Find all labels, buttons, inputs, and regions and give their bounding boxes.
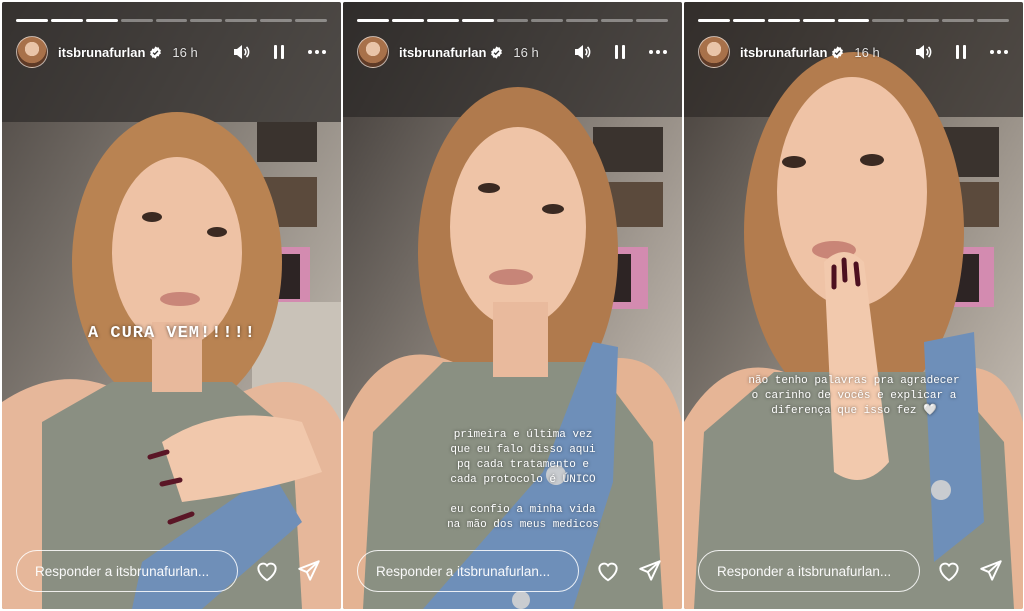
reply-input[interactable] (698, 550, 920, 592)
progress-segment (907, 19, 940, 22)
progress-segment (260, 19, 293, 22)
heart-icon[interactable] (595, 558, 621, 584)
progress-segment (426, 19, 459, 22)
story-header: itsbrunafurlan 16 h (16, 35, 327, 69)
story-caption: A CURA VEM!!!!! (87, 324, 257, 343)
progress-segment (636, 19, 669, 22)
progress-segment (155, 19, 188, 22)
verified-badge-icon (491, 45, 503, 59)
username[interactable]: itsbrunafurlan (58, 45, 145, 60)
story-panel-2[interactable]: itsbrunafurlan 16 h primeira e última ve… (343, 2, 682, 609)
progress-segment (802, 19, 835, 22)
progress-segment (837, 19, 870, 22)
progress-segment (85, 19, 118, 22)
progress-segment (942, 19, 975, 22)
progress-segment (566, 19, 599, 22)
post-time: 16 h (172, 44, 198, 60)
progress-segment (531, 19, 564, 22)
story-progress-bar (16, 19, 328, 22)
progress-segment (977, 19, 1010, 22)
story-panel-3[interactable]: itsbrunafurlan 16 h não tenho palavras p… (684, 2, 1023, 609)
verified-badge-icon (150, 45, 162, 59)
send-icon[interactable] (296, 558, 322, 584)
story-footer (698, 549, 1009, 593)
pause-icon[interactable] (269, 42, 289, 62)
story-footer (357, 549, 668, 593)
progress-segment (225, 19, 258, 22)
username[interactable]: itsbrunafurlan (740, 45, 827, 60)
speaker-icon[interactable] (572, 42, 592, 62)
progress-segment (120, 19, 153, 22)
speaker-icon[interactable] (231, 42, 251, 62)
avatar[interactable] (698, 36, 730, 68)
story-caption: primeira e última vez que eu falo disso … (447, 429, 599, 531)
reply-input[interactable] (357, 550, 579, 592)
progress-segment (732, 19, 765, 22)
more-options-icon[interactable] (307, 42, 327, 62)
story-footer (16, 549, 327, 593)
progress-segment (357, 19, 389, 22)
progress-segment (391, 19, 424, 22)
heart-icon[interactable] (254, 558, 280, 584)
story-caption: não tenho palavras pra agradecer o carin… (748, 375, 960, 417)
progress-segment (767, 19, 800, 22)
more-options-icon[interactable] (989, 42, 1009, 62)
heart-icon[interactable] (936, 558, 962, 584)
send-icon[interactable] (637, 558, 663, 584)
story-photo (2, 2, 341, 609)
send-icon[interactable] (978, 558, 1004, 584)
story-photo (684, 2, 1023, 609)
pause-icon[interactable] (610, 42, 630, 62)
story-header: itsbrunafurlan 16 h (357, 35, 668, 69)
progress-segment (872, 19, 905, 22)
avatar[interactable] (357, 36, 389, 68)
username[interactable]: itsbrunafurlan (399, 45, 486, 60)
pause-icon[interactable] (951, 42, 971, 62)
story-header: itsbrunafurlan 16 h (698, 35, 1009, 69)
verified-badge-icon (832, 45, 844, 59)
more-options-icon[interactable] (648, 42, 668, 62)
reply-input[interactable] (16, 550, 238, 592)
avatar[interactable] (16, 36, 48, 68)
progress-segment (16, 19, 48, 22)
story-progress-bar (698, 19, 1010, 22)
progress-segment (295, 19, 328, 22)
progress-segment (50, 19, 83, 22)
speaker-icon[interactable] (913, 42, 933, 62)
progress-segment (601, 19, 634, 22)
progress-segment (496, 19, 529, 22)
progress-segment (461, 19, 494, 22)
story-progress-bar (357, 19, 669, 22)
post-time: 16 h (513, 44, 539, 60)
progress-segment (698, 19, 730, 22)
post-time: 16 h (854, 44, 880, 60)
progress-segment (190, 19, 223, 22)
story-panel-1[interactable]: itsbrunafurlan 16 h A CURA VEM!!!!! (2, 2, 341, 609)
